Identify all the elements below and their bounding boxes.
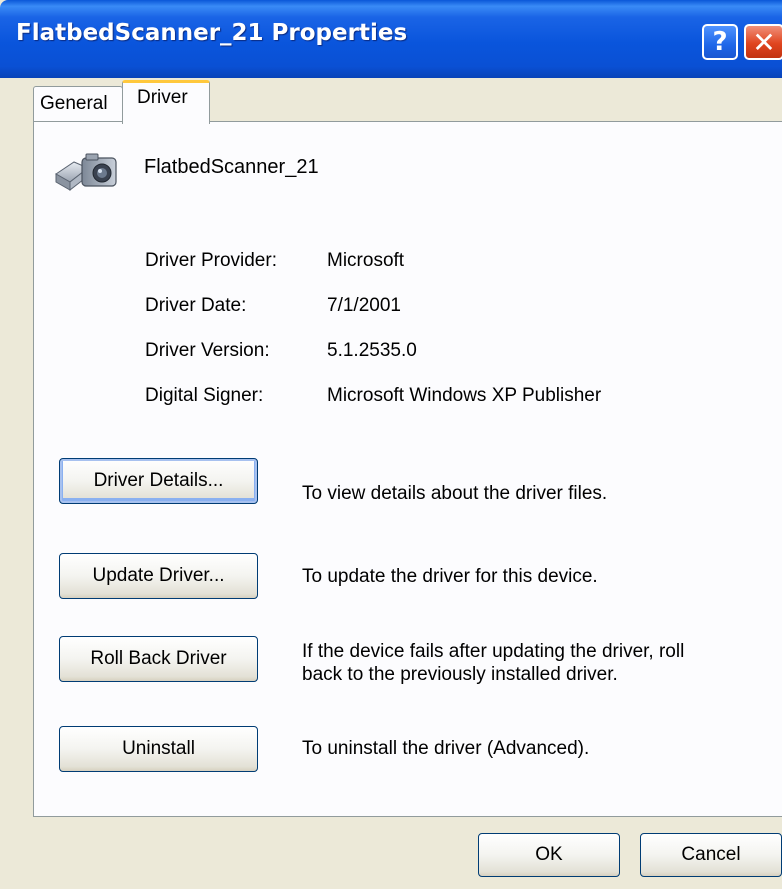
driver-version-label: Driver Version: (145, 340, 270, 361)
tab-general[interactable]: General (33, 86, 123, 122)
driver-details-description: To view details about the driver files. (302, 483, 608, 504)
window-title: FlatbedScanner_21 Properties (16, 20, 408, 46)
close-button[interactable]: ✕ (744, 24, 782, 60)
title-bar[interactable]: FlatbedScanner_21 Properties ? ✕ (0, 0, 782, 78)
driver-details-button[interactable]: Driver Details... (59, 458, 258, 504)
uninstall-description: To uninstall the driver (Advanced). (302, 738, 590, 759)
driver-provider-label: Driver Provider: (145, 250, 277, 271)
scanner-icon (55, 153, 117, 192)
tab-driver[interactable]: Driver (122, 80, 210, 124)
ok-button[interactable]: OK (478, 833, 620, 877)
properties-dialog: FlatbedScanner_21 Properties ? ✕ General… (0, 0, 782, 889)
update-driver-button[interactable]: Update Driver... (59, 553, 258, 599)
close-icon: ✕ (752, 25, 776, 59)
uninstall-button[interactable]: Uninstall (59, 726, 258, 772)
update-driver-description: To update the driver for this device. (302, 566, 598, 587)
roll-back-driver-button[interactable]: Roll Back Driver (59, 636, 258, 682)
driver-date-label: Driver Date: (145, 295, 247, 316)
driver-version-value: 5.1.2535.0 (327, 340, 417, 361)
digital-signer-value: Microsoft Windows XP Publisher (327, 385, 602, 406)
digital-signer-label: Digital Signer: (145, 385, 264, 406)
cancel-button[interactable]: Cancel (640, 833, 782, 877)
driver-provider-value: Microsoft (327, 250, 405, 271)
roll-back-driver-description: If the device fails after updating the d… (302, 641, 685, 685)
help-icon: ? (712, 27, 728, 57)
help-button[interactable]: ? (702, 24, 738, 60)
driver-date-value: 7/1/2001 (327, 295, 401, 316)
device-name: FlatbedScanner_21 (144, 156, 319, 178)
